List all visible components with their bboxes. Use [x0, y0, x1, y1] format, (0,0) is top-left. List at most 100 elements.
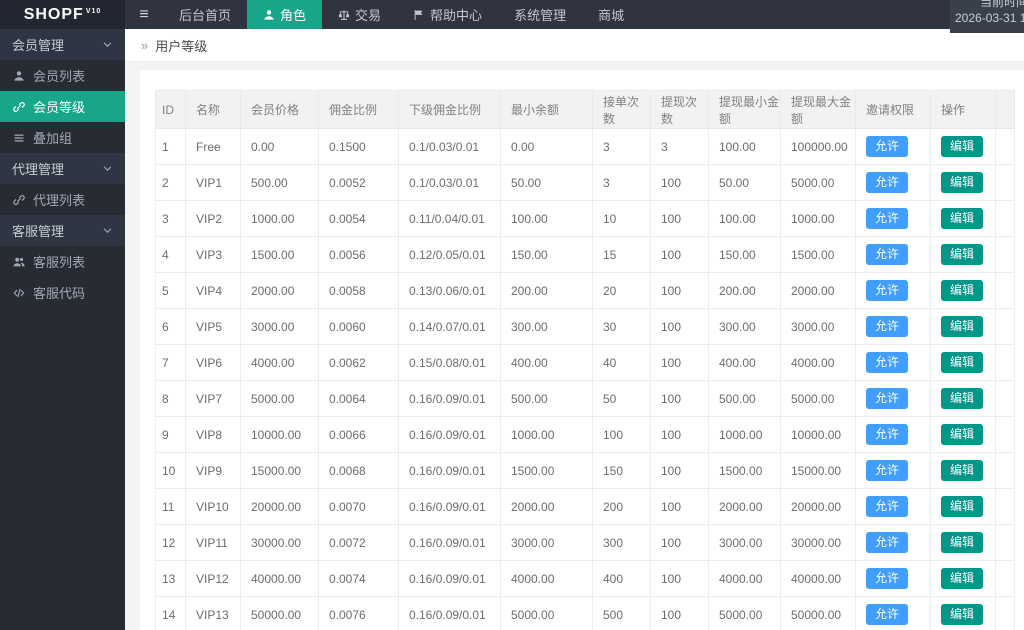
allow-button[interactable]: 允许: [866, 604, 909, 625]
allow-button[interactable]: 允许: [866, 496, 909, 517]
cell: 0.13/0.06/0.01: [398, 272, 501, 309]
cell: VIP8: [185, 416, 241, 453]
empty-cell: [995, 488, 1015, 525]
cell: 400.00: [500, 344, 593, 381]
allow-button[interactable]: 允许: [866, 280, 909, 301]
cell: 15000.00: [780, 452, 856, 489]
chevron-down-icon: [102, 163, 113, 174]
sidebar-item-4[interactable]: 叠加组: [0, 122, 125, 153]
actions-cell: 编辑: [930, 416, 996, 453]
table-row-6: 6 VIP5 3000.00 0.0060 0.14/0.07/0.01 300.00 30…: [155, 308, 1015, 345]
cell: 0.0056: [318, 236, 399, 273]
topnav-item-3[interactable]: 交易: [322, 0, 397, 29]
allow-button[interactable]: 允许: [866, 568, 909, 589]
cell: 2000.00: [500, 488, 593, 525]
sidebar-group-1[interactable]: 会员管理: [0, 29, 125, 60]
edit-button[interactable]: 编辑: [941, 460, 984, 481]
edit-button[interactable]: 编辑: [941, 496, 984, 517]
table-row-2: 2 VIP1 500.00 0.0052 0.1/0.03/0.01 50.00 3 100 5…: [155, 164, 1015, 201]
allow-button[interactable]: 允许: [866, 136, 909, 157]
cell: 11: [155, 488, 186, 525]
cell: 400: [592, 560, 651, 597]
cell: 3000.00: [240, 308, 319, 345]
edit-button[interactable]: 编辑: [941, 424, 984, 445]
cell: 1000.00: [500, 416, 593, 453]
allow-button[interactable]: 允许: [866, 460, 909, 481]
table-row-8: 8 VIP7 5000.00 0.0064 0.16/0.09/0.01 500.00 50…: [155, 380, 1015, 417]
edit-button[interactable]: 编辑: [941, 568, 984, 589]
invite-permission-cell: 允许: [855, 596, 931, 630]
sidebar-item-9[interactable]: 客服代码: [0, 277, 125, 308]
edit-button[interactable]: 编辑: [941, 352, 984, 373]
allow-button[interactable]: 允许: [866, 532, 909, 553]
column-header-2: 名称: [185, 90, 241, 129]
actions-cell: 编辑: [930, 308, 996, 345]
cell: 1500.00: [500, 452, 593, 489]
sidebar-item-2[interactable]: 会员列表: [0, 60, 125, 91]
edit-button[interactable]: 编辑: [941, 244, 984, 265]
cell: 150.00: [708, 236, 781, 273]
edit-button[interactable]: 编辑: [941, 316, 984, 337]
cell: 2: [155, 164, 186, 201]
user-icon: [263, 9, 275, 21]
allow-button[interactable]: 允许: [866, 316, 909, 337]
edit-button[interactable]: 编辑: [941, 208, 984, 229]
cell: 8: [155, 380, 186, 417]
sidebar-group-5[interactable]: 代理管理: [0, 153, 125, 184]
cell: 50: [592, 380, 651, 417]
topnav-spacer: [640, 0, 950, 29]
app-logo[interactable]: SHOPF V10: [0, 0, 125, 29]
cell: VIP2: [185, 200, 241, 237]
sidebar-group-7[interactable]: 客服管理: [0, 215, 125, 246]
column-header-12: 操作: [930, 90, 996, 129]
invite-permission-cell: 允许: [855, 236, 931, 273]
topnav-item-1[interactable]: 后台首页: [163, 0, 247, 29]
invite-permission-cell: 允许: [855, 272, 931, 309]
cell: 3: [650, 128, 709, 165]
column-header-4: 佣金比例: [318, 90, 399, 129]
allow-button[interactable]: 允许: [866, 352, 909, 373]
sidebar-group-label: 会员管理: [12, 38, 65, 53]
allow-button[interactable]: 允许: [866, 208, 909, 229]
cell: 1500.00: [240, 236, 319, 273]
cell: VIP6: [185, 344, 241, 381]
edit-button[interactable]: 编辑: [941, 172, 984, 193]
cell: 500.00: [240, 164, 319, 201]
clock-date: 2026-03-31 1: [955, 11, 1024, 25]
table-row-1: 1 Free 0.00 0.1500 0.1/0.03/0.01 0.00 3 3 100.00…: [155, 128, 1015, 165]
edit-button[interactable]: 编辑: [941, 604, 984, 625]
cell: VIP12: [185, 560, 241, 597]
sidebar-item-6[interactable]: 代理列表: [0, 184, 125, 215]
topnav-item-6[interactable]: 商城: [582, 0, 640, 29]
cell: 1000.00: [708, 416, 781, 453]
table-row-9: 9 VIP8 10000.00 0.0066 0.16/0.09/0.01 1000.00…: [155, 416, 1015, 453]
topnav-item-4[interactable]: 帮助中心: [397, 0, 498, 29]
link-icon: [12, 101, 26, 113]
cell: 100.00: [708, 128, 781, 165]
edit-button[interactable]: 编辑: [941, 388, 984, 409]
cell: 2000.00: [240, 272, 319, 309]
cell: 6: [155, 308, 186, 345]
sidebar-item-8[interactable]: 客服列表: [0, 246, 125, 277]
topnav-item-5[interactable]: 系统管理: [498, 0, 582, 29]
cell: 4000.00: [500, 560, 593, 597]
allow-button[interactable]: 允许: [866, 388, 909, 409]
top-nav: 后台首页 角色 交易 帮助中心 系统管理 商城: [163, 0, 640, 29]
sidebar-item-3[interactable]: 会员等级: [0, 91, 125, 122]
empty-cell: [995, 416, 1015, 453]
sidebar-item-label: 会员等级: [33, 100, 86, 115]
edit-button[interactable]: 编辑: [941, 280, 984, 301]
cell: 100: [650, 596, 709, 630]
allow-button[interactable]: 允许: [866, 424, 909, 445]
sidebar-toggle-icon[interactable]: ≡: [125, 0, 163, 29]
edit-button[interactable]: 编辑: [941, 532, 984, 553]
topnav-item-label: 系统管理: [514, 8, 567, 23]
allow-button[interactable]: 允许: [866, 244, 909, 265]
edit-button[interactable]: 编辑: [941, 136, 984, 157]
topnav-item-2[interactable]: 角色: [247, 0, 323, 29]
cell: 0.0070: [318, 488, 399, 525]
allow-button[interactable]: 允许: [866, 172, 909, 193]
column-header-5: 下级佣金比例: [398, 90, 501, 129]
users-icon: [12, 256, 26, 268]
table-header-row: ID 名称 会员价格 佣金比例 下级佣金比例 最小余额 接单次数 提现次数 提现最小金额 提现最大…: [155, 90, 1015, 129]
